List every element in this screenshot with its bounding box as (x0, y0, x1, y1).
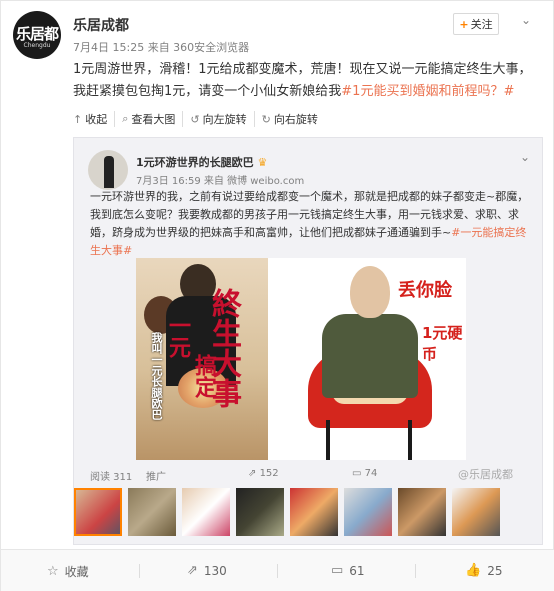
comment-icon: ▭ (352, 468, 365, 479)
media-toolbar: ↑ 收起 ⌕ 查看大图 ↺ 向左旋转 ↻ 向右旋转 (73, 109, 325, 129)
post-footer: ☆ 收藏 ⇗ 130 ▭ 61 👍 25 (1, 549, 554, 591)
bald-head (350, 266, 390, 318)
footer-divider (277, 564, 278, 578)
comment-button[interactable]: ▭ 61 (331, 563, 365, 578)
star-icon: ☆ (47, 564, 59, 579)
poster-scroll-text: 我叫一元长腿欧巴 (150, 332, 163, 420)
image-caption-1: 丢你脸 (398, 280, 452, 301)
movie-poster-image: 我叫一元长腿欧巴 一元 搞定 終生大事 (136, 258, 268, 460)
chevron-down-icon[interactable]: ⌄ (521, 13, 531, 27)
hashtag-link[interactable]: #1元能买到婚姻和前程吗？# (341, 84, 514, 99)
repost-comment-button[interactable]: ▭ 74 (352, 468, 377, 479)
collapse-label: 收起 (85, 113, 108, 126)
forward-icon: ⇗ (187, 563, 198, 578)
forward-button[interactable]: ⇗ 130 (187, 563, 227, 578)
repost-text: 一元环游世界的我，之前有说过要给成都变一个魔术，那就是把成都的妹子都变走~郡魔，… (90, 188, 530, 260)
footer-divider (415, 564, 416, 578)
poster-small-text-1: 一元 (165, 314, 191, 358)
like-icon: 👍 (465, 563, 482, 578)
thumbnail[interactable] (74, 488, 122, 536)
repost-actions: 阅读 311 推广 ⇗ 152 ▭ 74 @乐居成都 (90, 464, 530, 484)
repost-username[interactable]: 1元环游世界的长腿欧巴 ♛ (136, 154, 267, 170)
rotate-right-button[interactable]: ↻ 向右旋转 (255, 111, 325, 127)
follow-button[interactable]: + 关注 (453, 13, 499, 35)
repost-avatar[interactable] (88, 150, 128, 190)
zoom-icon: ⌕ (122, 112, 129, 125)
view-large-button[interactable]: ⌕ 查看大图 (115, 111, 184, 127)
vip-badge-icon: ♛ (257, 156, 268, 169)
forward-count: 130 (203, 563, 227, 578)
rotate-left-button[interactable]: ↺ 向左旋转 (183, 111, 255, 127)
avatar[interactable]: 乐居都 Chengdu (13, 11, 61, 59)
favorite-label: 收藏 (64, 565, 89, 579)
image-caption-2: 1元硬币 (422, 324, 463, 363)
promote-link[interactable]: 推广 (146, 468, 166, 483)
thumbnail[interactable] (344, 488, 392, 536)
repost-forward-count: 152 (259, 468, 279, 479)
repost-forward-button[interactable]: ⇗ 152 (248, 468, 279, 479)
collapse-button[interactable]: ↑ 收起 (73, 111, 116, 127)
weibo-watermark: @乐居成都 (458, 468, 513, 481)
like-count: 25 (487, 563, 503, 578)
view-large-label: 查看大图 (131, 113, 176, 126)
avatar-logo-sub: Chengdu (23, 42, 51, 49)
plus-icon: + (459, 17, 469, 31)
repost-comment-count: 74 (364, 468, 378, 479)
weibo-post-card: 乐居都 Chengdu 乐居成都 7月4日 15:25 来自 360安全浏览器 … (0, 0, 554, 591)
repost-chevron-down-icon[interactable]: ⌄ (520, 150, 530, 164)
thumbnail[interactable] (398, 488, 446, 536)
avatar-logo-text: 乐居都 (15, 25, 59, 43)
repost-username-text: 1元环游世界的长腿欧巴 (136, 156, 254, 169)
poster-title: 終生大事 (206, 288, 241, 408)
post-meta: 7月4日 15:25 来自 360安全浏览器 (73, 41, 250, 54)
uniform-body (322, 314, 418, 398)
thumbnail[interactable] (290, 488, 338, 536)
chair-leg (408, 420, 412, 460)
forward-icon: ⇗ (248, 468, 260, 479)
read-count: 阅读 311 (90, 472, 133, 483)
like-button[interactable]: 👍 25 (465, 563, 502, 578)
thumbnail[interactable] (452, 488, 500, 536)
rotate-left-label: 向左旋转 (202, 113, 247, 126)
comment-count: 61 (349, 563, 365, 578)
collapse-icon: ↑ (73, 112, 83, 126)
post-text: 1元周游世界，滑稽！1元给成都变魔术，荒唐！现在又说一元能搞定终生大事，我赶紧摸… (73, 59, 543, 103)
favorite-button[interactable]: ☆ 收藏 (47, 563, 89, 580)
repost-box: 1元环游世界的长腿欧巴 ♛ 7月3日 16:59 来自 微博 weibo.com… (73, 137, 543, 545)
main-image[interactable]: 我叫一元长腿欧巴 一元 搞定 終生大事 丢你脸 1元硬币 (136, 258, 466, 460)
thumbnail-strip (74, 488, 544, 540)
footer-divider (139, 564, 140, 578)
follow-label: 关注 (470, 18, 493, 31)
rotate-left-icon: ↺ (190, 112, 200, 126)
thumbnail[interactable] (182, 488, 230, 536)
thumbnail[interactable] (236, 488, 284, 536)
repost-meta: 7月3日 16:59 来自 微博 weibo.com (136, 176, 305, 187)
username-link[interactable]: 乐居成都 (73, 15, 129, 35)
rotate-right-icon: ↻ (261, 112, 271, 126)
thumbnail[interactable] (128, 488, 176, 536)
comment-icon: ▭ (331, 563, 344, 578)
rotate-right-label: 向右旋转 (273, 113, 318, 126)
chair-leg (326, 420, 330, 460)
